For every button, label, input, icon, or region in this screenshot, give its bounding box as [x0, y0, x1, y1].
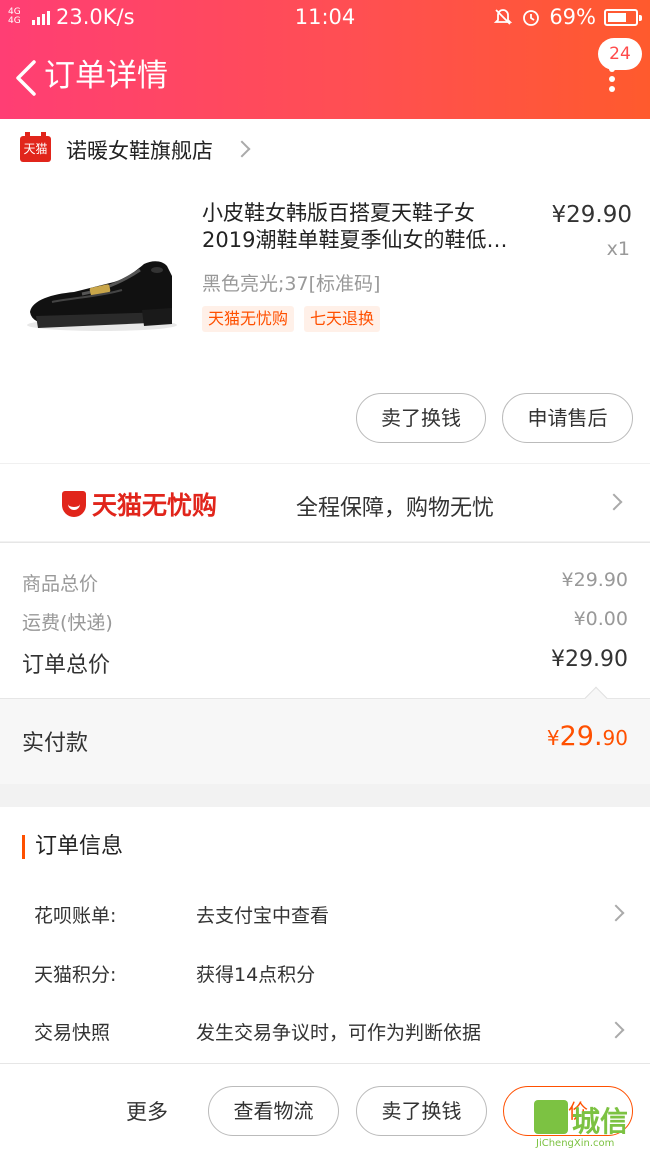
- chevron-right-icon: [607, 1021, 625, 1039]
- goods-total-label: 商品总价: [22, 573, 99, 595]
- after-sales-button[interactable]: 申请售后: [502, 393, 633, 443]
- battery-percent: 69%: [549, 5, 596, 29]
- order-item: 小皮鞋女韩版百搭夏天鞋子女 2019潮鞋单鞋夏季仙女的鞋低… ¥29.90 x1…: [0, 180, 650, 463]
- chevron-right-icon: [605, 493, 623, 511]
- info-row-huabei[interactable]: 花呗账单: 去支付宝中查看: [34, 893, 628, 933]
- shipping-label: 运费(快递): [22, 612, 113, 634]
- shop-row[interactable]: 天猫 诺暖女鞋旗舰店: [0, 119, 650, 180]
- tag-seven-day-return: 七天退换: [304, 306, 381, 332]
- watermark-logo: 城信 JiChengXin.com: [534, 1100, 646, 1154]
- more-button[interactable]: 更多: [126, 1096, 168, 1126]
- info-row-points: 天猫积分: 获得14点积分: [34, 964, 316, 986]
- order-total-label: 订单总价: [22, 653, 111, 678]
- product-title[interactable]: 小皮鞋女韩版百搭夏天鞋子女 2019潮鞋单鞋夏季仙女的鞋低…: [202, 200, 537, 254]
- message-badge[interactable]: 24: [598, 38, 642, 70]
- paid-amount: ¥29.90: [546, 721, 628, 752]
- product-image[interactable]: [22, 220, 182, 340]
- order-info-heading: 订单信息: [22, 835, 123, 859]
- back-arrow-icon[interactable]: [10, 56, 44, 100]
- paid-label: 实付款: [22, 731, 89, 756]
- product-price: ¥29.90: [551, 202, 632, 228]
- info-row-snapshot[interactable]: 交易快照 发生交易争议时，可作为判断依据: [34, 1010, 628, 1050]
- assurance-row[interactable]: 天猫无忧购 全程保障，购物无忧: [0, 463, 650, 541]
- tag-worry-free: 天猫无忧购: [202, 306, 295, 332]
- order-total-value: ¥29.90: [551, 647, 628, 672]
- product-spec: 黑色亮光;37[标准码]: [202, 273, 381, 295]
- chevron-right-icon: [233, 140, 251, 158]
- assurance-brand: 天猫无忧购: [92, 491, 218, 520]
- chevron-right-icon: [607, 904, 625, 922]
- cost-summary: 商品总价 ¥29.90 运费(快递) ¥0.00 订单总价 ¥29.90: [0, 542, 650, 698]
- battery-icon: [604, 8, 642, 26]
- paid-row: 实付款 ¥29.90: [0, 686, 650, 784]
- header-bar: 4G 4G 23.0K/s 11:04 69% 订单详情 24: [0, 0, 650, 119]
- tmall-logo-icon: 天猫: [20, 132, 51, 162]
- goods-total-value: ¥29.90: [561, 569, 628, 591]
- page-title: 订单详情: [44, 58, 168, 94]
- product-quantity: x1: [606, 238, 630, 260]
- order-info-section: 订单信息 花呗账单: 去支付宝中查看 天猫积分: 获得14点积分 交易快照 发生…: [0, 807, 650, 1063]
- tmall-shield-icon: [62, 491, 86, 517]
- view-logistics-button[interactable]: 查看物流: [208, 1086, 339, 1136]
- alarm-icon: [523, 10, 540, 26]
- status-bar: 4G 4G 23.0K/s 11:04 69%: [0, 0, 650, 36]
- shipping-value: ¥0.00: [573, 608, 628, 630]
- mute-icon: [494, 9, 513, 25]
- resell-bottom-button[interactable]: 卖了换钱: [356, 1086, 487, 1136]
- resell-button[interactable]: 卖了换钱: [356, 393, 486, 443]
- shop-name[interactable]: 诺暖女鞋旗舰店: [66, 135, 213, 165]
- assurance-desc: 全程保障，购物无忧: [296, 496, 495, 521]
